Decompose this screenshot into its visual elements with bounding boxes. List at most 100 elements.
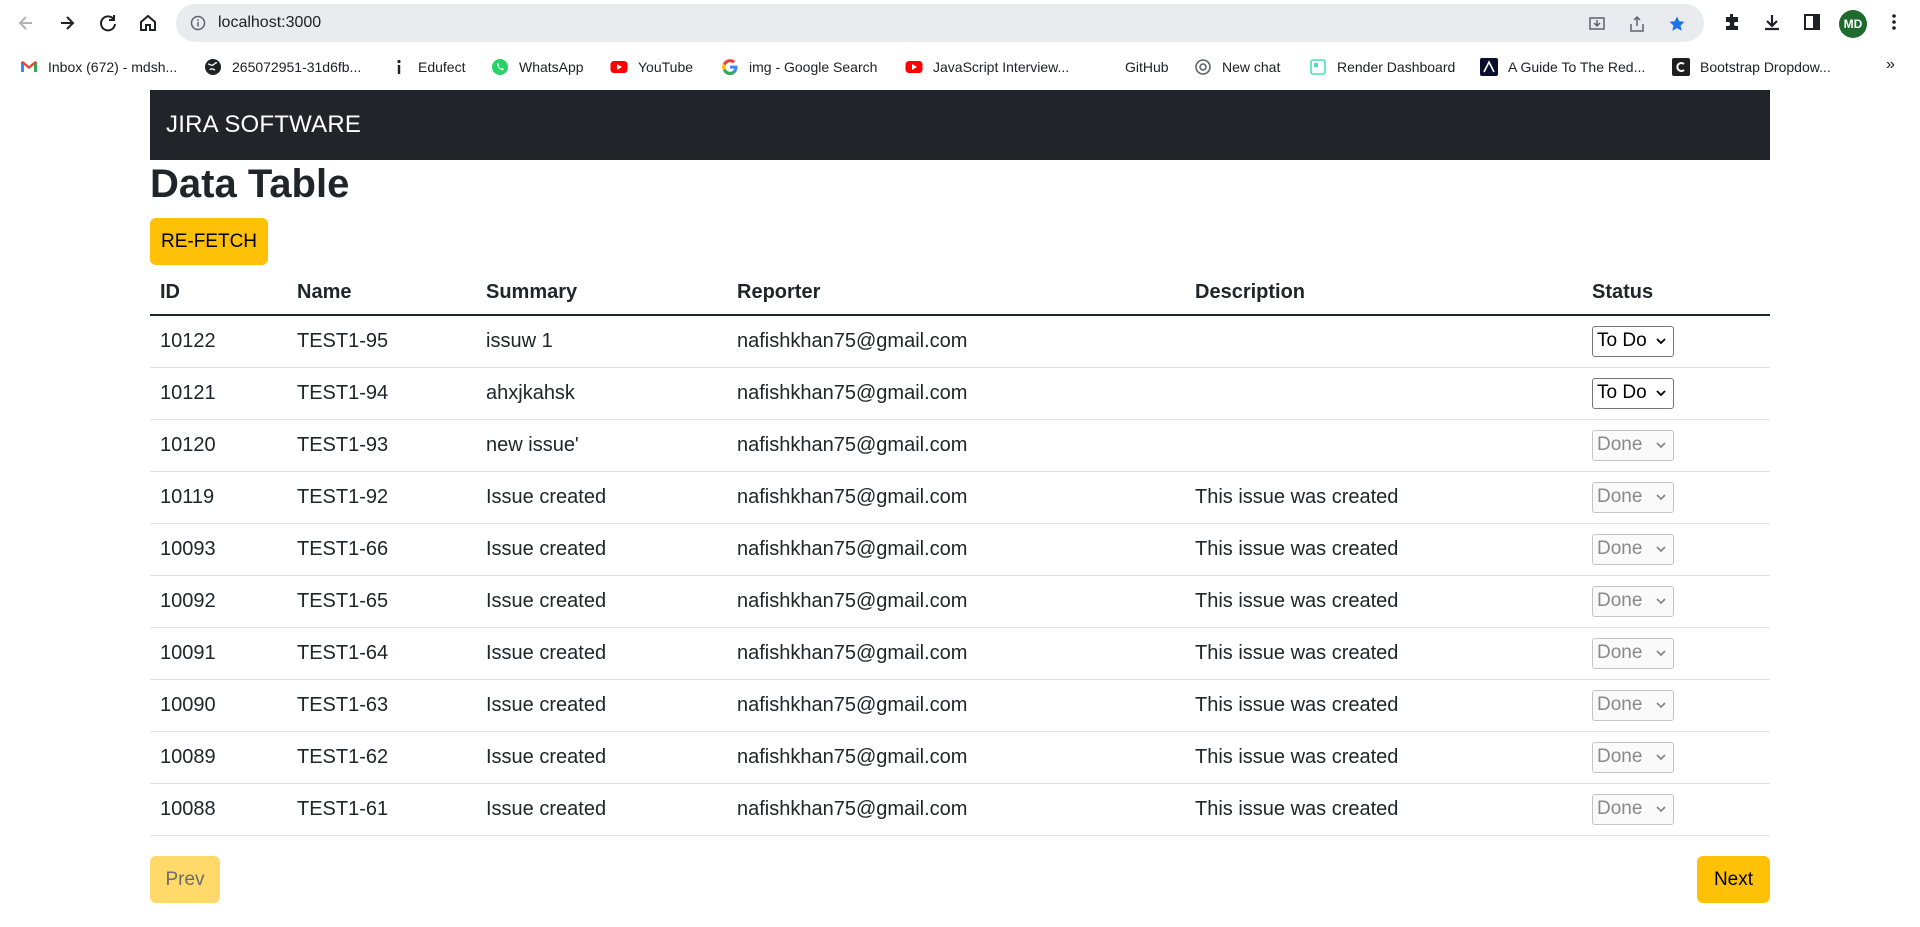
back-button[interactable]: [14, 11, 38, 35]
bookmark-item[interactable]: New chat: [1194, 56, 1280, 78]
prev-page-button[interactable]: Prev: [150, 856, 220, 903]
cell-name: TEST1-94: [287, 367, 476, 420]
cell-reporter: nafishkhan75@gmail.com: [727, 783, 1185, 836]
bookmark-item[interactable]: WhatsApp: [491, 56, 584, 78]
cell-status: Done: [1582, 783, 1770, 836]
cell-status: Done: [1582, 575, 1770, 628]
extensions-icon[interactable]: [1722, 12, 1742, 32]
column-header-summary: Summary: [476, 270, 727, 316]
chevron-down-icon: [1656, 753, 1666, 760]
cell-summary: issuw 1: [476, 315, 727, 368]
cell-status: To Do: [1582, 315, 1770, 368]
forward-button[interactable]: [55, 11, 79, 35]
chevron-down-icon: [1656, 493, 1666, 500]
cell-summary: Issue created: [476, 679, 727, 732]
bookmark-label: Edufect: [418, 59, 466, 75]
status-select[interactable]: To Do: [1592, 325, 1674, 357]
refetch-button[interactable]: RE-FETCH: [150, 218, 268, 265]
column-header-reporter: Reporter: [727, 270, 1185, 316]
status-value: Done: [1597, 486, 1643, 507]
address-bar[interactable]: localhost:3000: [176, 4, 1704, 42]
table-row: 10120 TEST1-93 new issue' nafishkhan75@gmai…: [150, 419, 1770, 472]
openai-icon: [1194, 58, 1212, 76]
chevron-down-icon: [1656, 545, 1666, 552]
home-icon: [140, 14, 156, 31]
globe-icon: [204, 58, 222, 76]
render-icon: [1309, 58, 1327, 76]
bookmark-label: Inbox (672) - mdsh...: [48, 59, 178, 75]
bookmark-item[interactable]: Inbox (672) - mdsh...: [20, 56, 177, 78]
url-text[interactable]: localhost:3000: [218, 14, 321, 32]
status-select[interactable]: To Do: [1592, 377, 1674, 409]
next-page-button[interactable]: Next: [1697, 856, 1770, 903]
cell-reporter: nafishkhan75@gmail.com: [727, 367, 1185, 420]
cell-description: [1185, 367, 1582, 420]
cell-description: This issue was created: [1185, 471, 1582, 524]
share-icon[interactable]: [1628, 15, 1646, 33]
youtube-icon: [905, 58, 923, 76]
google-icon: [721, 58, 739, 76]
status-select: Done: [1592, 741, 1674, 773]
bookmark-item[interactable]: 265072951-31d6fb...: [204, 56, 361, 78]
browser-toolbar: localhost:3000 MD: [0, 0, 1920, 46]
cell-reporter: nafishkhan75@gmail.com: [727, 471, 1185, 524]
status-select: Done: [1592, 481, 1674, 513]
chevron-down-icon: [1656, 597, 1666, 604]
status-select: Done: [1592, 689, 1674, 721]
codecademy-icon: [1672, 58, 1690, 76]
cell-reporter: nafishkhan75@gmail.com: [727, 679, 1185, 732]
cell-reporter: nafishkhan75@gmail.com: [727, 315, 1185, 368]
cell-description: This issue was created: [1185, 783, 1582, 836]
cell-name: TEST1-93: [287, 419, 476, 472]
table-row: 10090 TEST1-63 Issue created nafishkhan75@g…: [150, 679, 1770, 732]
cell-id: 10090: [150, 679, 287, 732]
cell-id: 10119: [150, 471, 287, 524]
bookmark-label: Render Dashboard: [1337, 59, 1456, 75]
bookmark-item[interactable]: JavaScript Interview...: [905, 56, 1069, 78]
bookmark-item[interactable]: GitHub: [1097, 56, 1169, 78]
cell-description: This issue was created: [1185, 679, 1582, 732]
status-value: Done: [1597, 538, 1643, 559]
bookmark-item[interactable]: img - Google Search: [721, 56, 877, 78]
menu-kebab-icon[interactable]: [1884, 12, 1904, 32]
cell-id: 10120: [150, 419, 287, 472]
navbar-brand[interactable]: JIRA SOFTWARE: [166, 111, 361, 139]
bookmark-label: YouTube: [638, 59, 694, 75]
bookmark-item[interactable]: Bootstrap Dropdow...: [1672, 56, 1831, 78]
status-value: To Do: [1597, 330, 1647, 352]
site-info-icon[interactable]: [190, 15, 206, 31]
downloads-icon[interactable]: [1762, 12, 1782, 32]
cell-description: This issue was created: [1185, 575, 1582, 628]
app-navbar: JIRA SOFTWARE: [150, 90, 1770, 160]
home-button[interactable]: [136, 11, 160, 35]
profile-avatar[interactable]: MD: [1839, 10, 1867, 38]
cell-id: 10093: [150, 523, 287, 576]
install-app-icon[interactable]: [1588, 15, 1606, 33]
bookmark-item[interactable]: Render Dashboard: [1309, 56, 1455, 78]
cell-summary: ahxjkahsk: [476, 367, 727, 420]
cell-reporter: nafishkhan75@gmail.com: [727, 575, 1185, 628]
bookmark-item[interactable]: YouTube: [610, 56, 693, 78]
bookmark-label: JavaScript Interview...: [933, 59, 1070, 75]
table-row: 10121 TEST1-94 ahxjkahsk nafishkhan75@gmail…: [150, 367, 1770, 420]
table-row: 10093 TEST1-66 Issue created nafishkhan75@g…: [150, 523, 1770, 576]
reload-button[interactable]: [96, 11, 120, 35]
bookmark-star-icon[interactable]: [1668, 15, 1686, 33]
side-panel-icon[interactable]: [1802, 12, 1822, 32]
column-header-name: Name: [287, 270, 476, 316]
status-value: Done: [1597, 798, 1643, 819]
cell-reporter: nafishkhan75@gmail.com: [727, 627, 1185, 680]
cell-id: 10092: [150, 575, 287, 628]
table-row: 10122 TEST1-95 issuw 1 nafishkhan75@gmail.c…: [150, 315, 1770, 368]
status-select: Done: [1592, 585, 1674, 617]
bookmark-item[interactable]: Edufect: [390, 56, 465, 78]
chevron-down-icon: [1656, 389, 1666, 396]
issues-table: ID Name Summary Reporter Description Sta…: [150, 270, 1770, 836]
cell-id: 10122: [150, 315, 287, 368]
bookmark-item[interactable]: A Guide To The Red...: [1480, 56, 1645, 78]
bookmarks-overflow-button[interactable]: »: [1886, 56, 1895, 74]
youtube-icon: [610, 58, 628, 76]
cell-status: To Do: [1582, 367, 1770, 420]
arrow-left-icon: [18, 16, 32, 30]
bookmark-label: Bootstrap Dropdow...: [1700, 59, 1831, 75]
